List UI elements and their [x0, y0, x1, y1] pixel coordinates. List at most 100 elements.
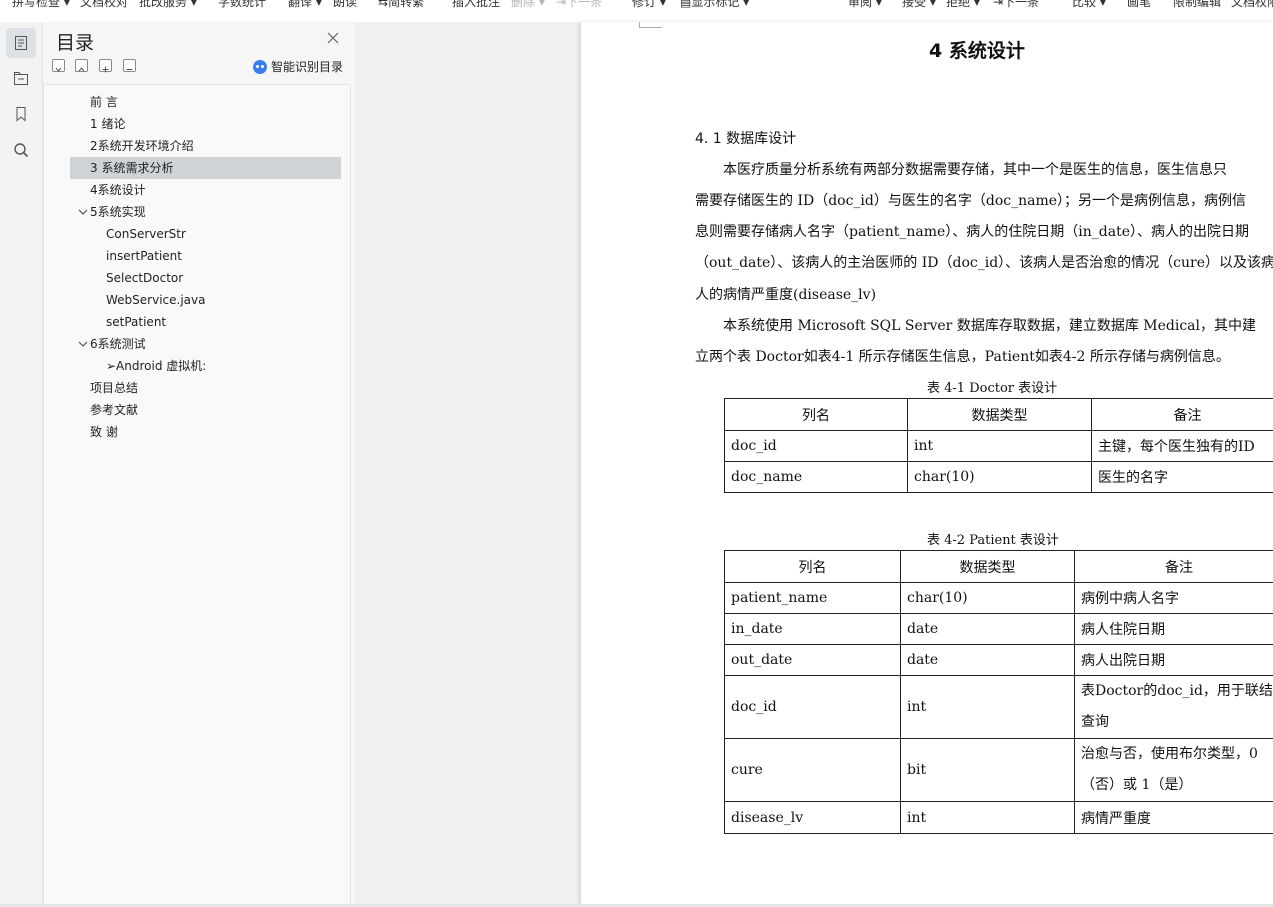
translate-button[interactable]: 翻译 ▾	[288, 0, 322, 10]
chevron-up-icon	[78, 67, 85, 72]
track-changes-button[interactable]: 修订 ▾	[632, 0, 666, 10]
bookmark-icon	[16, 107, 26, 122]
table-cell: out_date	[724, 644, 901, 676]
table-caption: 表 4-2 Patient 表设计	[927, 533, 1059, 548]
chevron-down-icon	[55, 67, 62, 72]
table-cell: char(10)	[907, 461, 1092, 493]
review-pane-button[interactable]: 审阅 ▾	[848, 0, 882, 10]
word-count-button[interactable]: 字数统计	[218, 0, 266, 10]
toc-item[interactable]: 前 言	[90, 91, 118, 113]
paragraph-line: 立两个表 Doctor如表4-1 所示存储医生信息，Patient如表4-2 所…	[695, 349, 1230, 365]
table-cell: date	[900, 613, 1075, 645]
smart-toc-button[interactable]: 智能识别目录	[253, 58, 343, 75]
doctor-table: 列名 数据类型 备注 doc_id int 主键，每个医生独有的ID doc_n…	[724, 398, 1273, 493]
toc-item[interactable]: 2系统开发环境介绍	[90, 135, 194, 157]
toc-item[interactable]: 1 绪论	[90, 113, 125, 135]
patient-table: 列名 数据类型 备注 patient_name char(10) 病例中病人名字…	[724, 550, 1273, 834]
document-permission-button[interactable]: 文档权限	[1231, 0, 1273, 10]
table-cell: 表Doctor的doc_id，用于联结查询	[1074, 675, 1273, 739]
toc-item-selected[interactable]: 3 系统需求分析	[70, 157, 341, 179]
table-row: doc_name char(10) 医生的名字	[724, 461, 1273, 493]
plus-icon	[102, 66, 109, 73]
toc-item[interactable]: ➢Android 虚拟机:	[106, 355, 206, 377]
table-cell: int	[900, 801, 1075, 834]
table-header-row: 列名 数据类型 备注	[724, 398, 1273, 431]
paragraph-line: 人的病情严重度(disease_lv)	[695, 287, 877, 303]
paragraph-line: （out_date）、该病人的主治医师的 ID（doc_id）、该病人是否治愈的…	[695, 255, 1273, 271]
restrict-editing-button[interactable]: 限制编辑	[1173, 0, 1221, 10]
table-cell: 病人住院日期	[1074, 613, 1273, 645]
table-cell: char(10)	[900, 582, 1075, 614]
toc-item[interactable]: setPatient	[106, 311, 166, 333]
toc-list: 前 言 1 绪论 2系统开发环境介绍 3 系统需求分析 4系统设计 5系统实现 …	[43, 84, 351, 906]
reject-button[interactable]: 拒绝 ▾	[946, 0, 980, 10]
expand-up-button[interactable]	[75, 59, 88, 72]
simplified-to-traditional-button[interactable]: ⇆简转繁	[378, 0, 424, 10]
toc-item[interactable]: insertPatient	[106, 245, 182, 267]
table-cell: 治愈与否，使用布尔类型，0（否）或 1（是）	[1074, 738, 1273, 802]
chevron-down-icon[interactable]	[78, 339, 88, 349]
collapse-all-button[interactable]	[52, 59, 65, 72]
ai-icon	[253, 59, 267, 74]
chapter-nav-button[interactable]	[6, 63, 36, 93]
toc-item[interactable]: 项目总结	[90, 377, 138, 399]
toc-item[interactable]: 参考文献	[90, 399, 138, 421]
next-change-button[interactable]: ⇥下一条	[993, 0, 1039, 10]
table-header-cell: 数据类型	[900, 550, 1075, 583]
next-icon: ⇥	[556, 0, 567, 9]
toc-panel: 目录 智能识别目录 前 言 1 绪论 2系统开发环境介绍 3 系统需求分析 4系…	[43, 22, 356, 906]
compare-button[interactable]: 比较 ▾	[1072, 0, 1106, 10]
paragraph-line: 本医疗质量分析系统有两部分数据需要存储，其中一个是医生的信息，医生信息只	[695, 162, 1227, 178]
table-cell: 医生的名字	[1091, 461, 1273, 493]
spell-check-button[interactable]: 拼写检查 ▾	[12, 0, 70, 10]
close-icon[interactable]	[326, 31, 340, 45]
show-markup-button[interactable]: ▤显示标记 ▾	[680, 0, 749, 10]
table-cell: doc_id	[724, 430, 908, 462]
table-cell: 主键，每个医生独有的ID	[1091, 430, 1273, 462]
next-comment-button[interactable]: ⇥下一条	[556, 0, 602, 10]
table-cell: date	[900, 644, 1075, 676]
remove-level-button[interactable]	[123, 59, 136, 72]
paragraph-line: 息则需要存储病人名字（patient_name）、病人的住院日期（in_date…	[695, 224, 1249, 240]
toc-item[interactable]: SelectDoctor	[106, 267, 183, 289]
table-header-cell: 数据类型	[907, 398, 1092, 431]
chevron-down-icon[interactable]	[78, 207, 88, 217]
table-header-cell: 列名	[724, 550, 901, 583]
bookmark-button[interactable]	[6, 99, 36, 129]
page-corner-mark	[639, 22, 662, 28]
table-cell: cure	[724, 738, 901, 802]
toc-item[interactable]: 5系统实现	[90, 201, 146, 223]
toc-item[interactable]: 6系统测试	[90, 333, 146, 355]
add-level-button[interactable]	[99, 59, 112, 73]
chapter-heading: 4 系统设计	[929, 40, 1025, 62]
table-cell: 病例中病人名字	[1074, 582, 1273, 614]
table-cell: patient_name	[724, 582, 901, 614]
table-row: out_date date 病人出院日期	[724, 644, 1273, 676]
accept-button[interactable]: 接受 ▾	[902, 0, 936, 10]
table-row: in_date date 病人住院日期	[724, 613, 1273, 645]
toc-panel-button[interactable]	[6, 28, 36, 58]
search-button[interactable]	[6, 135, 36, 165]
document-page[interactable]: 4 系统设计 4. 1 数据库设计 本医疗质量分析系统有两部分数据需要存储，其中…	[581, 22, 1273, 904]
table-header-cell: 备注	[1074, 550, 1273, 583]
read-aloud-button[interactable]: 朗读	[333, 0, 357, 10]
paragraph-line: 需要存储医生的 ID（doc_id）与医生的名字（doc_name）；另一个是病…	[695, 193, 1247, 209]
toc-item[interactable]: WebService.java	[106, 289, 205, 311]
toc-item[interactable]: 致 谢	[90, 421, 118, 443]
toc-item[interactable]: ConServerStr	[106, 223, 186, 245]
navigation-rail	[0, 22, 43, 904]
table-cell: disease_lv	[724, 801, 901, 834]
minus-icon	[126, 69, 133, 70]
pen-button[interactable]: 画笔	[1127, 0, 1151, 10]
insert-comment-button[interactable]: 插入批注	[452, 0, 500, 10]
folder-tree-icon	[14, 72, 28, 85]
paragraph-line: 本系统使用 Microsoft SQL Server 数据库存取数据，建立数据库…	[695, 318, 1256, 334]
table-row: doc_id int 主键，每个医生独有的ID	[724, 430, 1273, 462]
correction-service-button[interactable]: 批改服务 ▾	[139, 0, 197, 10]
review-toolbar: 拼写检查 ▾ 文档校对 批改服务 ▾ 字数统计 翻译 ▾ 朗读 ⇆简转繁 插入批…	[0, 0, 1273, 23]
table-cell: 病情严重度	[1074, 801, 1273, 834]
table-row: doc_id int 表Doctor的doc_id，用于联结查询	[724, 675, 1273, 739]
proofread-button[interactable]: 文档校对	[80, 0, 128, 10]
delete-comment-button[interactable]: 删除 ▾	[511, 0, 545, 10]
toc-item[interactable]: 4系统设计	[90, 179, 146, 201]
